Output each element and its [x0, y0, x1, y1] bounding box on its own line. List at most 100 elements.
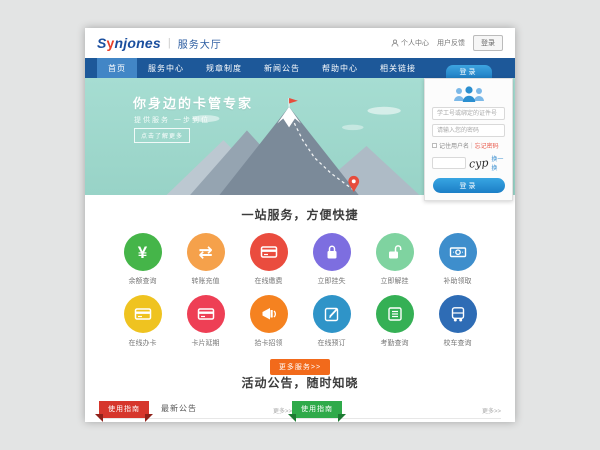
service-subsidy-collect[interactable]: 补助领取 — [426, 233, 489, 286]
service-label: 卡片延期 — [192, 338, 220, 348]
login-options-row: 记住用户名 | 忘记密码 — [432, 141, 505, 150]
nav-item-links[interactable]: 相关链接 — [369, 58, 427, 78]
service-circle — [124, 295, 162, 333]
card-icon — [260, 243, 278, 261]
refresh-captcha-link[interactable]: 换一换 — [491, 154, 505, 172]
nav-item-news[interactable]: 新闻公告 — [253, 58, 311, 78]
service-online-payment[interactable]: 在线缴费 — [237, 233, 300, 286]
remember-checkbox[interactable] — [432, 143, 437, 148]
service-circle — [313, 233, 351, 271]
service-circle — [376, 233, 414, 271]
login-tab[interactable]: 登录 — [446, 65, 492, 78]
captcha-row: cyp 换一换 — [432, 154, 505, 172]
person-icon — [391, 39, 399, 47]
yen-icon: ¥ — [138, 244, 147, 261]
announcements-section: 活动公告，随时知晓 使用指南 最新公告 更多>> 使用指南 更多>> — [85, 365, 515, 419]
transfer-icon: ⇄ — [198, 244, 212, 261]
options-divider: | — [471, 143, 473, 149]
banknote-icon — [449, 243, 467, 261]
service-card-extension[interactable]: 卡片延期 — [174, 295, 237, 348]
service-balance-inquiry[interactable]: ¥ 余额查询 — [111, 233, 174, 286]
users-group-icon — [451, 85, 487, 103]
service-report-loss[interactable]: 立即挂失 — [300, 233, 363, 286]
service-label: 立即解挂 — [381, 276, 409, 286]
service-cancel-loss[interactable]: 立即解挂 — [363, 233, 426, 286]
captcha-image: cyp — [469, 156, 489, 170]
services-title: 一站服务，方便快捷 — [85, 206, 515, 223]
service-label: 考勤查询 — [381, 338, 409, 348]
service-circle — [313, 295, 351, 333]
service-circle — [250, 233, 288, 271]
service-label: 在线办卡 — [129, 338, 157, 348]
service-online-booking[interactable]: 在线预订 — [300, 295, 363, 348]
list-icon — [386, 305, 404, 323]
announcements-left-column: 使用指南 最新公告 更多>> — [99, 401, 292, 418]
more-link-right[interactable]: 更多>> — [482, 406, 501, 418]
header-right: 个人中心 用户反馈 登录 — [391, 35, 503, 51]
password-input[interactable] — [432, 124, 505, 137]
user-feedback-label: 用户反馈 — [437, 38, 465, 48]
screenshot-stage: Synjones | 服务大厅 个人中心 用户反馈 登录 首页 服务中心 规章制… — [0, 0, 600, 450]
tab-latest-announcements[interactable]: 最新公告 — [149, 403, 209, 418]
service-attendance-inquiry[interactable]: 考勤查询 — [363, 295, 426, 348]
service-circle — [250, 295, 288, 333]
services-section: 一站服务，方便快捷 ¥ 余额查询 ⇄ 转账充值 — [85, 195, 515, 365]
portal-page: Synjones | 服务大厅 个人中心 用户反馈 登录 首页 服务中心 规章制… — [85, 28, 515, 422]
services-grid: ¥ 余额查询 ⇄ 转账充值 在线缴费 — [85, 233, 515, 348]
login-body: 记住用户名 | 忘记密码 cyp 换一换 登录 — [424, 78, 513, 201]
remember-label: 记住用户名 — [439, 141, 469, 150]
service-found-card-claim[interactable]: 拾卡招领 — [237, 295, 300, 348]
nav-item-rules[interactable]: 规章制度 — [195, 58, 253, 78]
logo-text: S — [97, 35, 107, 51]
announcements-title: 活动公告，随时知晓 — [85, 374, 515, 391]
service-label: 立即挂失 — [318, 276, 346, 286]
announcements-tabs: 使用指南 最新公告 更多>> 使用指南 更多>> — [99, 401, 501, 419]
logo-divider: | — [168, 37, 171, 49]
service-label: 校车查询 — [444, 338, 472, 348]
tab-usage-guide-right[interactable]: 使用指南 — [292, 401, 342, 418]
site-name: 服务大厅 — [178, 36, 222, 51]
logo[interactable]: Synjones — [97, 35, 161, 51]
user-feedback-link[interactable]: 用户反馈 — [437, 38, 465, 48]
service-label: 在线预订 — [318, 338, 346, 348]
captcha-input[interactable] — [432, 157, 466, 169]
bus-icon — [449, 305, 467, 323]
service-label: 补助领取 — [444, 276, 472, 286]
nav-item-help-center[interactable]: 帮助中心 — [311, 58, 369, 78]
service-school-bus-inquiry[interactable]: 校车查询 — [426, 295, 489, 348]
nav-item-home[interactable]: 首页 — [97, 58, 137, 78]
more-services-button[interactable]: 更多服务>> — [270, 359, 330, 375]
nav-item-service-center[interactable]: 服务中心 — [137, 58, 195, 78]
header: Synjones | 服务大厅 个人中心 用户反馈 登录 — [85, 28, 515, 58]
service-circle: ¥ — [124, 233, 162, 271]
login-submit-button[interactable]: 登录 — [433, 178, 505, 193]
service-label: 拾卡招领 — [255, 338, 283, 348]
service-circle — [376, 295, 414, 333]
service-circle — [439, 295, 477, 333]
edit-icon — [323, 305, 341, 323]
service-label: 余额查询 — [129, 276, 157, 286]
logo-mark: y — [107, 35, 115, 51]
service-label: 转账充值 — [192, 276, 220, 286]
service-online-card-apply[interactable]: 在线办卡 — [111, 295, 174, 348]
megaphone-icon — [260, 305, 278, 323]
service-transfer-recharge[interactable]: ⇄ 转账充值 — [174, 233, 237, 286]
card-icon — [197, 305, 215, 323]
service-circle — [439, 233, 477, 271]
announcements-right-column: 使用指南 更多>> — [292, 401, 501, 418]
tab-usage-guide-left[interactable]: 使用指南 — [99, 401, 149, 418]
service-circle: ⇄ — [187, 233, 225, 271]
username-input[interactable] — [432, 107, 505, 120]
personal-center-link[interactable]: 个人中心 — [391, 38, 429, 48]
header-login-button[interactable]: 登录 — [473, 35, 503, 51]
service-circle — [187, 295, 225, 333]
logo-text: njones — [115, 35, 161, 51]
personal-center-label: 个人中心 — [401, 38, 429, 48]
card-icon — [134, 305, 152, 323]
login-panel: 登录 记住用户名 | 忘记密码 cyp — [424, 65, 513, 201]
mountain-illustration — [163, 97, 421, 195]
lock-icon — [323, 243, 341, 261]
forgot-password-link[interactable]: 忘记密码 — [475, 141, 499, 150]
unlock-icon — [386, 243, 404, 261]
service-label: 在线缴费 — [255, 276, 283, 286]
